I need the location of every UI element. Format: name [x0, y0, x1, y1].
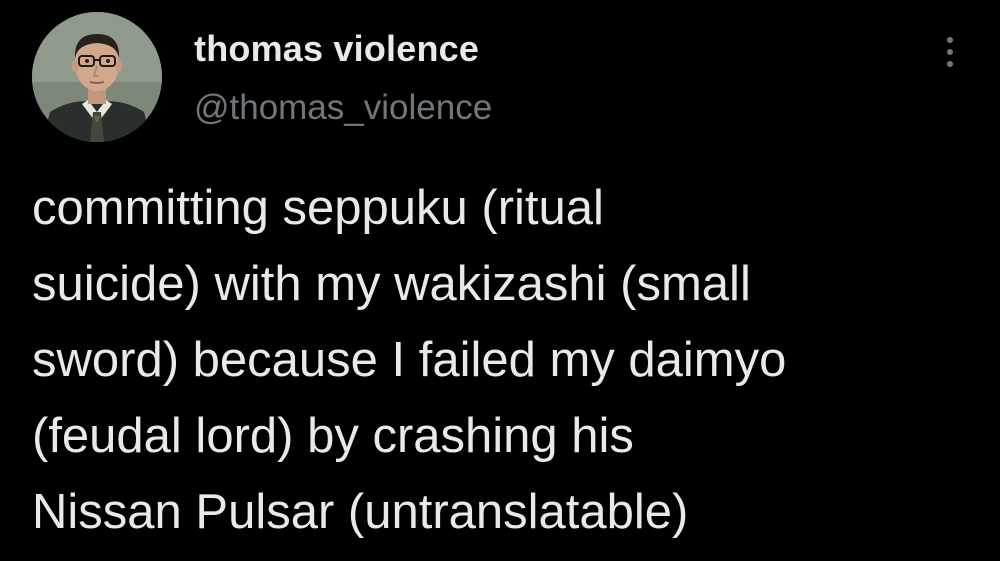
- tweet-text-line: (feudal lord) by crashing his: [32, 409, 634, 463]
- author-display-name[interactable]: thomas violence: [194, 28, 479, 70]
- avatar-portrait-image: [32, 12, 162, 142]
- tweet-text: committing seppuku (ritual suicide) with…: [32, 170, 982, 550]
- tweet-card: thomas violence @thomas_violence committ…: [0, 0, 1000, 561]
- tweet-text-line: Nissan Pulsar (untranslatable): [32, 485, 689, 539]
- tweet-text-line: committing seppuku (ritual: [32, 181, 604, 235]
- author-handle[interactable]: @thomas_violence: [194, 88, 492, 128]
- more-vertical-icon-dot: [947, 49, 953, 55]
- more-options-button[interactable]: [932, 30, 968, 74]
- tweet-text-line: suicide) with my wakizashi (small: [32, 257, 751, 311]
- tweet-text-line: sword) because I failed my daimyo: [32, 333, 787, 387]
- more-vertical-icon-dot: [947, 61, 953, 67]
- more-vertical-icon: [947, 37, 953, 43]
- avatar[interactable]: [32, 12, 162, 142]
